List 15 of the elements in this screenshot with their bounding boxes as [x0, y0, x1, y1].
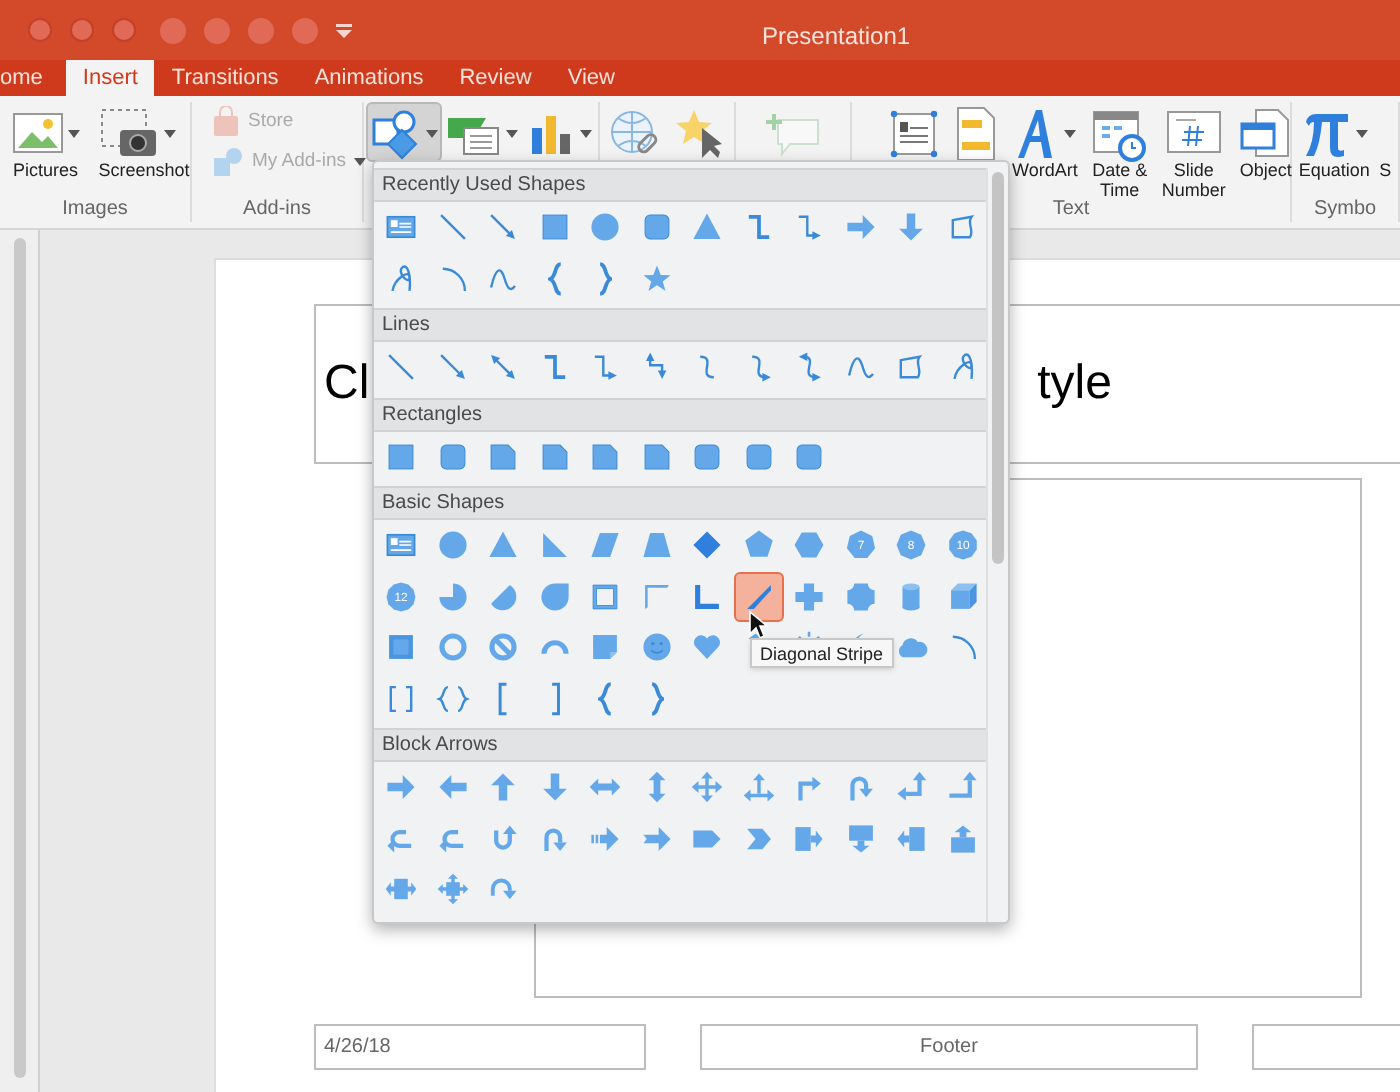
slide-title-text: tyle — [1037, 354, 1112, 414]
section-header: Lines — [374, 308, 986, 342]
group-label: Text — [1050, 198, 1092, 222]
section-header: Block Arrows — [374, 728, 986, 762]
tooltip: Diagonal Stripe — [750, 638, 894, 668]
section-header: Rectangles — [374, 397, 986, 431]
section-header: Basic Shapes — [374, 486, 986, 520]
window-title: Presentation1 — [762, 20, 911, 54]
section-header: Recently Used Shapes — [374, 168, 986, 202]
date-text: 4/26/18 — [324, 1034, 391, 1062]
group-label: Symbo — [1311, 198, 1379, 222]
slide-title-text: Cl — [324, 354, 370, 414]
group-label: Add-ins — [241, 198, 313, 222]
footer-text: Footer — [920, 1034, 978, 1062]
group-label: Images — [60, 198, 130, 222]
